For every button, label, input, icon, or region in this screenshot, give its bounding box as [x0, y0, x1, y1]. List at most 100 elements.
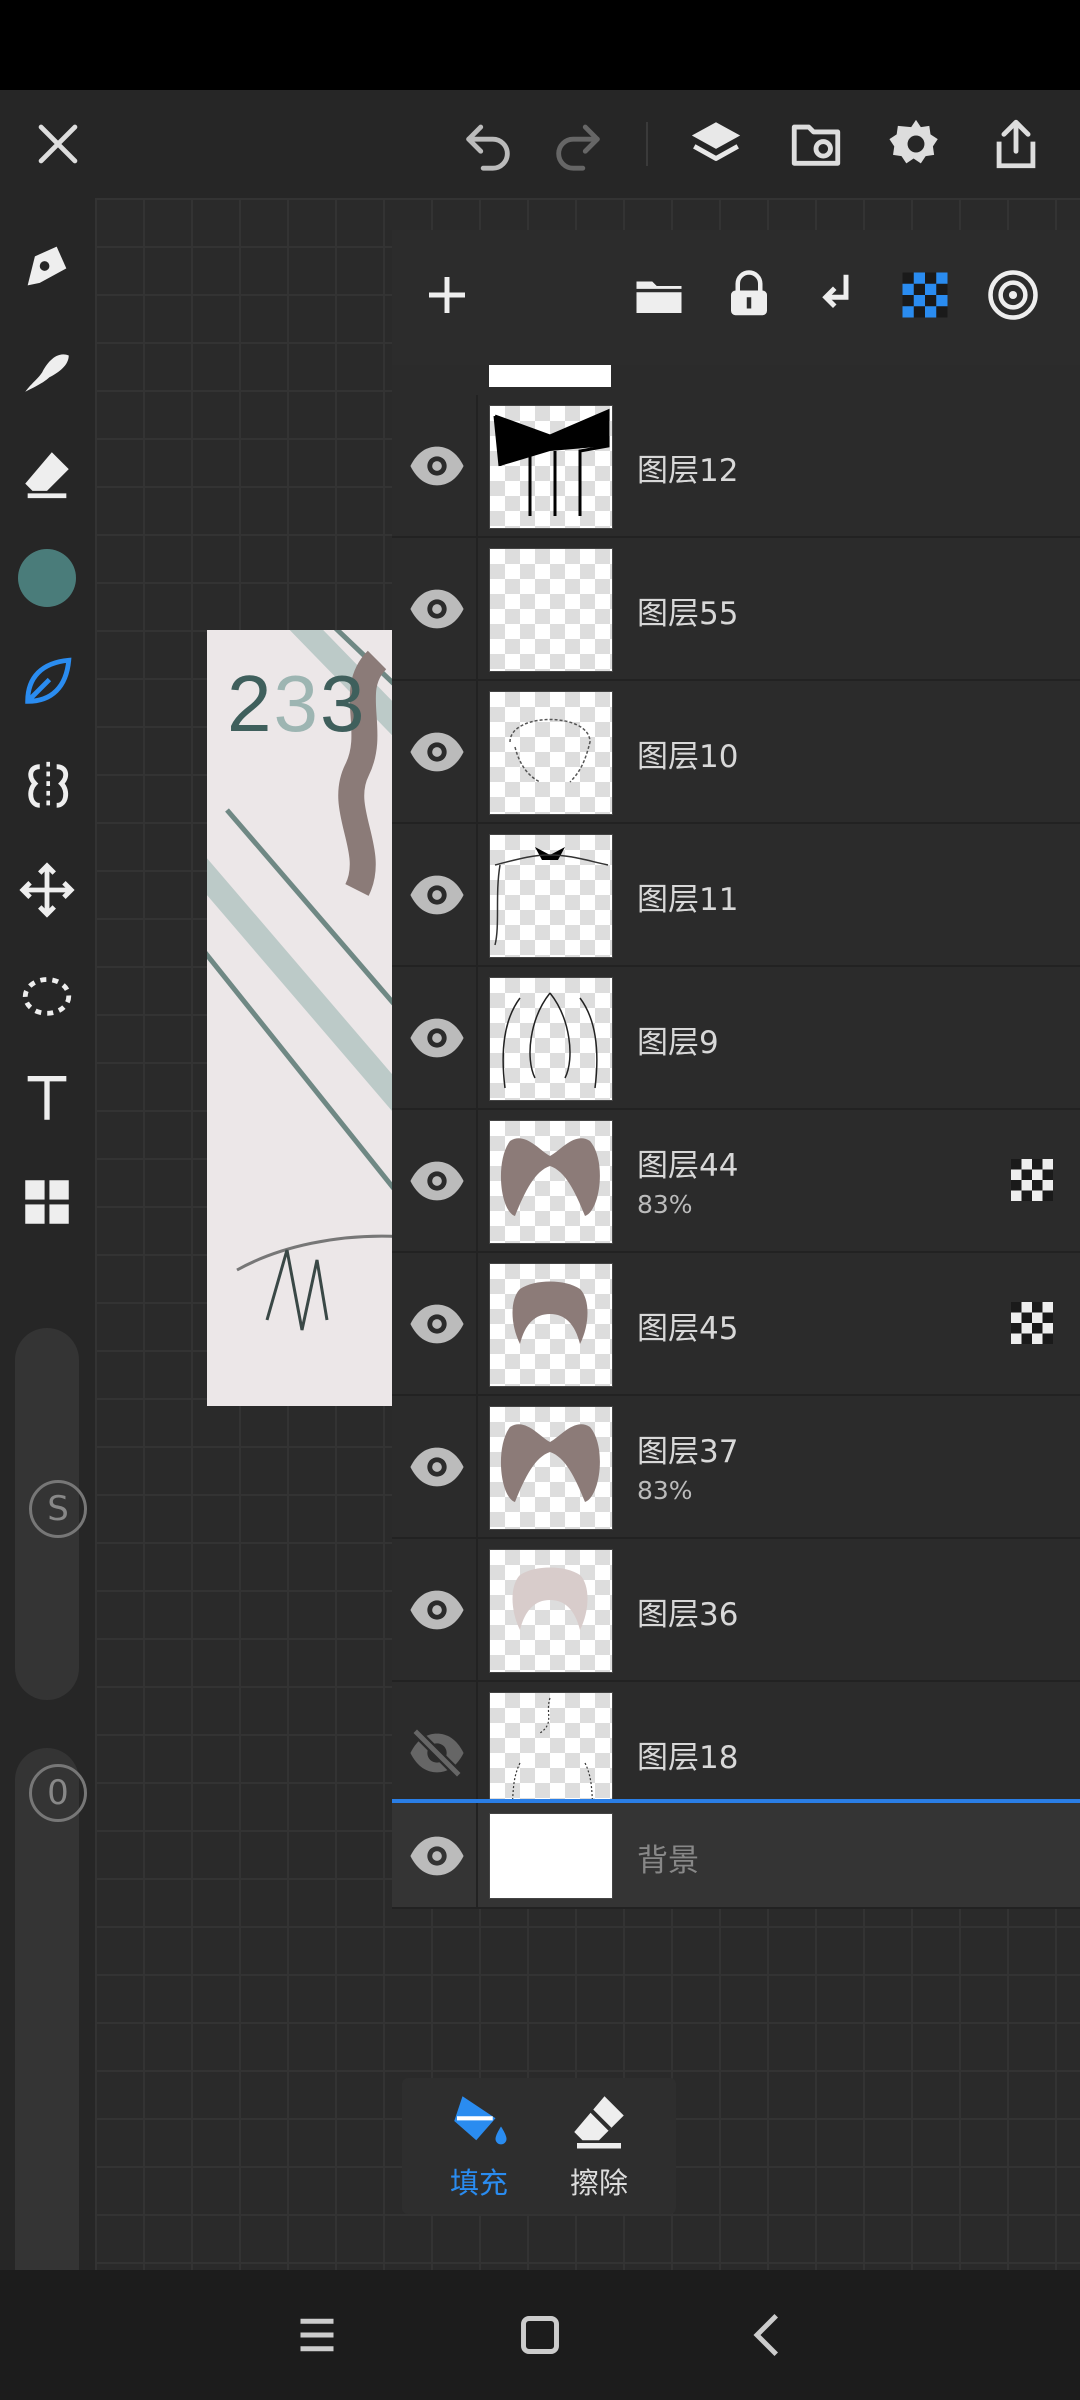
opacity-slider[interactable]: 0 [15, 1748, 87, 2336]
folder-icon [636, 281, 682, 313]
row-divider [476, 1396, 478, 1537]
smudge-tool[interactable] [7, 330, 87, 410]
grid-icon [25, 1180, 69, 1224]
layer-row[interactable]: 图层45 [392, 1253, 1080, 1396]
symmetry-tool[interactable] [7, 746, 87, 826]
layer-name: 图层45 [637, 1311, 739, 1347]
redo-icon [556, 124, 600, 171]
merge-down-button[interactable] [802, 260, 872, 330]
back-icon[interactable] [735, 2302, 801, 2368]
layer-name: 图层55 [637, 596, 739, 632]
layer-thumbnail [489, 405, 613, 529]
eye-icon[interactable] [408, 437, 466, 495]
text-icon [27, 1076, 67, 1120]
layer-row[interactable]: 图层37 83% [392, 1396, 1080, 1539]
layer-row[interactable]: 图层9 [392, 967, 1080, 1110]
fill-button[interactable]: 填充 [424, 2088, 534, 2208]
row-divider [476, 538, 478, 679]
add-layer-button[interactable] [412, 260, 482, 330]
eye-icon[interactable] [408, 1827, 466, 1885]
eye-icon[interactable] [408, 723, 466, 781]
undo-button[interactable] [438, 90, 538, 198]
eye-hidden-icon[interactable] [408, 1724, 466, 1782]
leaf-brush-tool[interactable] [7, 642, 87, 722]
eraser-icon [574, 2096, 624, 2149]
erase-button[interactable]: 擦除 [544, 2088, 654, 2208]
toolbar-divider [646, 122, 648, 166]
pen-icon [27, 246, 67, 286]
layer-row[interactable]: 图层11 [392, 824, 1080, 967]
alpha-lock-button[interactable] [890, 260, 960, 330]
alpha-lock-icon[interactable] [1004, 1152, 1060, 1208]
status-bar [0, 0, 1080, 90]
grid-tool[interactable] [7, 1162, 87, 1242]
eye-icon[interactable] [408, 1581, 466, 1639]
alpha-lock-icon[interactable] [1004, 1295, 1060, 1351]
layer-thumbnail [489, 1263, 613, 1387]
layer-name: 图层10 [637, 739, 739, 775]
layer-row-partial[interactable] [392, 365, 1080, 397]
share-button[interactable] [966, 90, 1066, 198]
close-icon [38, 124, 78, 164]
paint-bucket-icon [454, 2096, 507, 2145]
share-icon [996, 119, 1036, 169]
layers-panel-toolbar [392, 230, 1080, 367]
layer-name: 图层12 [637, 453, 739, 489]
layers-button[interactable] [666, 90, 766, 198]
size-slider[interactable]: S [15, 1328, 87, 1700]
background-layer-row[interactable]: 背景 [392, 1799, 1080, 1909]
layers-panel: 图层12 图层55 图层10 图层11 图层9 图层44 83% 图层45 图层… [392, 230, 1080, 1909]
lasso-icon [22, 977, 72, 1016]
import-button[interactable] [766, 90, 866, 198]
layer-opacity: 83% [637, 1476, 693, 1505]
eye-icon[interactable] [408, 1009, 466, 1067]
lock-button[interactable] [714, 260, 784, 330]
folder-button[interactable] [624, 260, 694, 330]
menu-icon[interactable] [284, 2302, 350, 2368]
layer-name: 图层36 [637, 1597, 739, 1633]
row-divider [476, 967, 478, 1108]
eye-icon[interactable] [408, 580, 466, 638]
layer-thumbnail [489, 365, 611, 387]
size-slider-label: S [29, 1480, 87, 1538]
row-divider [476, 681, 478, 822]
layer-opacity: 83% [637, 1190, 693, 1219]
blend-button[interactable] [978, 260, 1048, 330]
pen-tool[interactable] [7, 226, 87, 306]
alpha-lock-icon [902, 272, 948, 318]
redo-button[interactable] [528, 90, 628, 198]
home-icon[interactable] [507, 2302, 573, 2368]
text-tool[interactable] [7, 1058, 87, 1138]
close-button[interactable] [8, 90, 108, 198]
layer-row[interactable]: 图层44 83% [392, 1110, 1080, 1253]
row-divider [476, 395, 478, 536]
merge-down-icon [822, 274, 849, 309]
eye-icon[interactable] [408, 1438, 466, 1496]
lasso-tool[interactable] [7, 954, 87, 1034]
layer-name: 背景 [637, 1843, 699, 1879]
layer-row[interactable]: 图层10 [392, 681, 1080, 824]
eraser-tool[interactable] [7, 434, 87, 514]
smudge-icon [25, 354, 69, 392]
layer-thumbnail [489, 691, 613, 815]
layer-row[interactable]: 图层55 [392, 538, 1080, 681]
color-swatch[interactable] [7, 538, 87, 618]
layer-row[interactable]: 图层36 [392, 1539, 1080, 1682]
import-icon [791, 124, 841, 166]
move-tool[interactable] [7, 850, 87, 930]
top-toolbar [0, 90, 1080, 198]
layer-thumbnail [489, 548, 613, 672]
settings-button[interactable] [866, 90, 966, 198]
eraser-icon [25, 452, 69, 499]
fill-label: 填充 [449, 2166, 508, 2200]
blend-icon [988, 270, 1038, 320]
layer-thumbnail [489, 977, 613, 1101]
layer-row[interactable]: 图层12 [392, 395, 1080, 538]
row-divider [476, 1110, 478, 1251]
eye-icon[interactable] [408, 866, 466, 924]
eye-icon[interactable] [408, 1295, 466, 1353]
layer-name: 图层37 [637, 1434, 739, 1470]
layer-thumbnail [489, 1120, 613, 1244]
eye-icon[interactable] [408, 1152, 466, 1210]
layer-thumbnail [489, 1813, 613, 1899]
